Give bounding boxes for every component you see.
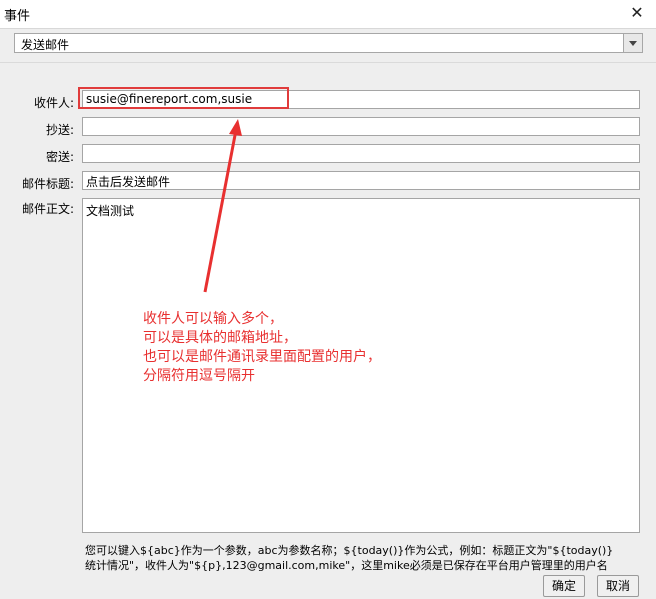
annotation-line: 可以是具体的邮箱地址， xyxy=(143,330,297,346)
parameter-hint: 您可以键入${abc}作为一个参数，abc为参数名称；${today()}作为公… xyxy=(85,543,645,573)
ok-button[interactable]: 确定 xyxy=(543,575,585,597)
hint-line-2: 统计情况"，收件人为"${p},123@gmail.com,mike"，这里mi… xyxy=(85,559,608,572)
hint-line-1: 您可以键入${abc}作为一个参数，abc为参数名称；${today()}作为公… xyxy=(85,544,614,557)
annotation-arrow xyxy=(203,119,242,293)
annotation-line: 分隔符用逗号隔开 xyxy=(143,368,255,384)
annotation-line: 也可以是邮件通讯录里面配置的用户， xyxy=(143,349,381,365)
cancel-button[interactable]: 取消 xyxy=(597,575,639,597)
annotation-text: 收件人可以输入多个， 可以是具体的邮箱地址， 也可以是邮件通讯录里面配置的用户，… xyxy=(143,310,443,386)
annotation-line: 收件人可以输入多个， xyxy=(143,311,283,327)
